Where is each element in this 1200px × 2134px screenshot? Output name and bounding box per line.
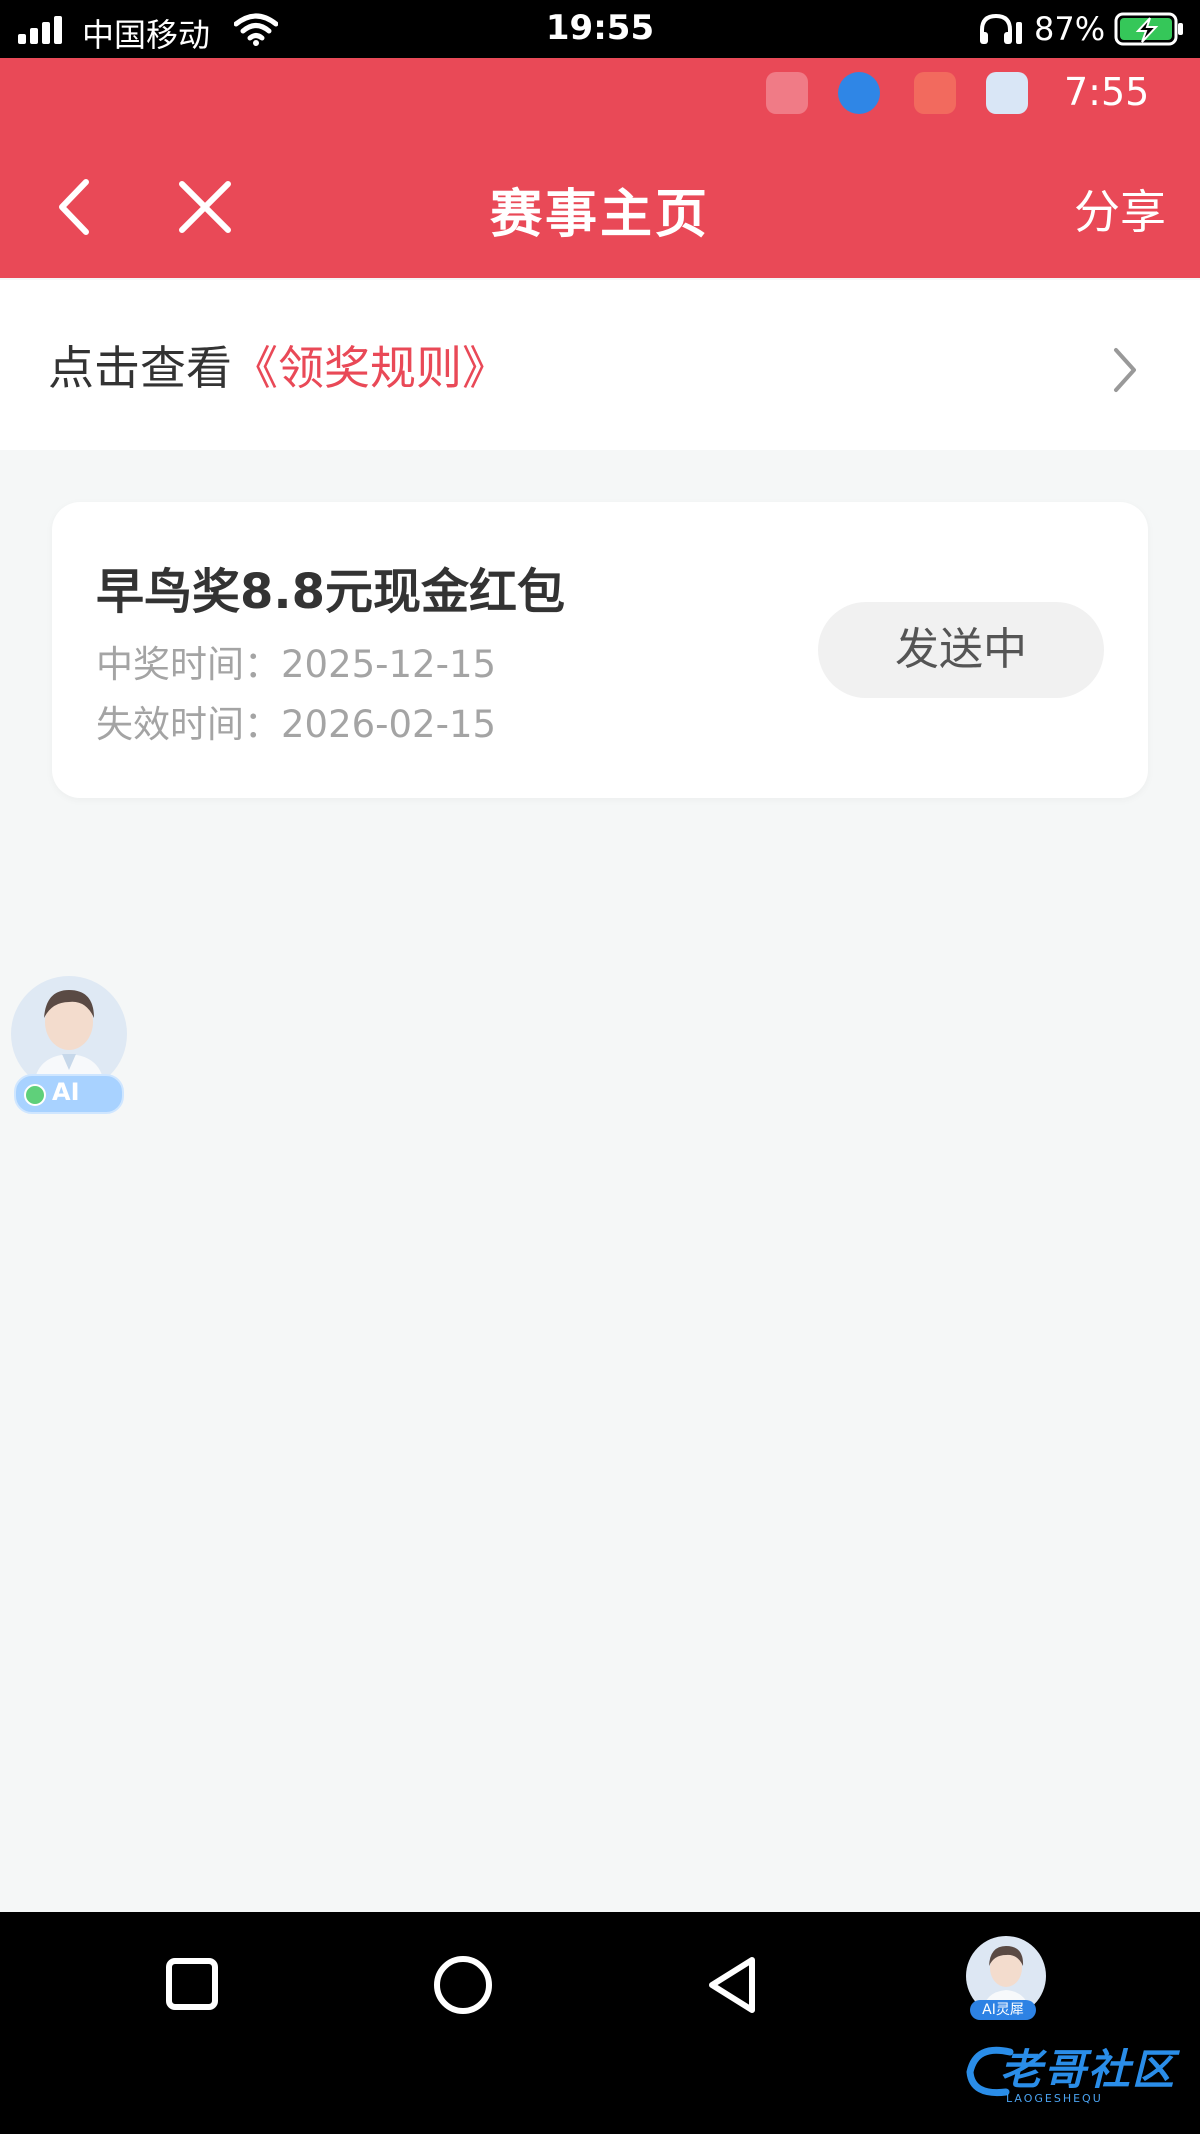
battery-charging-icon [1114,12,1183,46]
rules-prefix: 点击查看 [48,341,232,395]
rules-text: 点击查看《领奖规则》 [48,332,508,398]
prize-rules-row[interactable]: 点击查看《领奖规则》 [0,280,1200,450]
app-header: 7:55 赛事主页 分享 [0,58,1200,278]
chevron-right-icon [1114,348,1136,392]
headphone-icon [980,14,1022,44]
ai-assistant-float[interactable]: AI [6,974,132,1114]
watermark-text: 老哥社区 [1000,2045,1177,2094]
online-dot [24,1084,46,1106]
sending-status-button[interactable]: 发送中 [818,602,1104,698]
rules-link[interactable]: 《领奖规则》 [232,341,508,395]
page-title: 赛事主页 [489,185,710,245]
expire-time: 失效时间：2026-02-15 [96,703,497,746]
share-button[interactable]: 分享 [1074,176,1166,242]
ai-badge-label: AI [52,1078,80,1106]
mail-notification-icon [914,72,956,114]
app-notification-icon-2 [986,72,1028,114]
ai-badge: AI [14,1074,124,1114]
inner-status-bar: 7:55 [0,58,1200,128]
square-nav-icon[interactable] [164,1956,220,2012]
battery-percent: 87% [1034,10,1106,48]
ai-nav-label: AI灵犀 [970,2000,1036,2020]
app-notification-icon [766,72,808,114]
circle-nav-icon[interactable] [432,1954,494,2016]
win-time: 中奖时间：2025-12-15 [96,643,497,686]
prize-card: 早鸟奖8.8元现金红包 中奖时间：2025-12-15 失效时间：2026-02… [52,502,1148,798]
inner-clock: 7:55 [1064,70,1150,114]
ai-avatar [11,976,127,1086]
triangle-nav-icon[interactable] [704,1954,760,2016]
browser-notification-icon [838,72,880,114]
prize-title: 早鸟奖8.8元现金红包 [96,564,566,620]
system-status-bar: 中国移动 19:55 87% [0,0,1200,58]
watermark-subtext: LAOGESHEQU [1006,2092,1103,2105]
